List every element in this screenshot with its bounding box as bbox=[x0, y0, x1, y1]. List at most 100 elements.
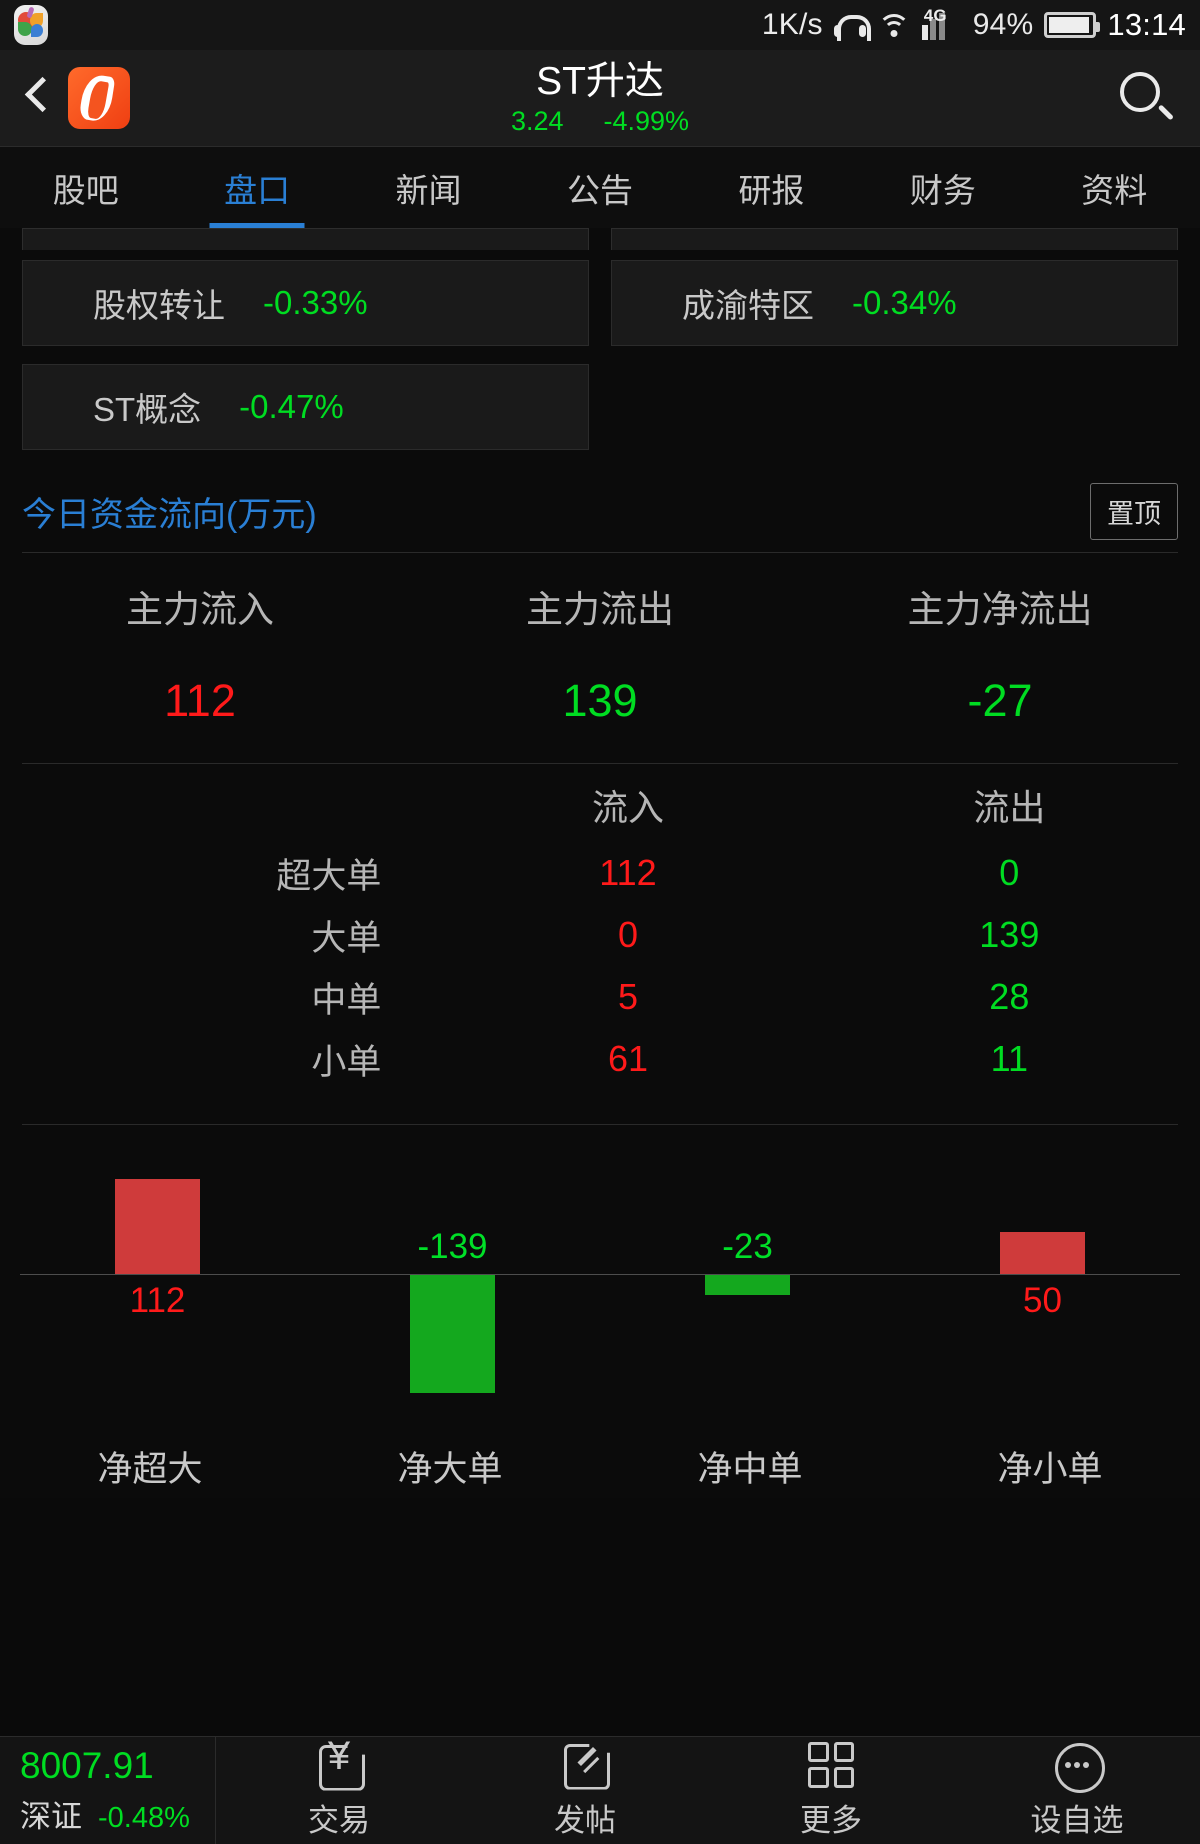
app-header: ST升达 3.24 -4.99% bbox=[0, 50, 1200, 146]
chart-bar-value-label: -23 bbox=[722, 1227, 773, 1266]
row-outflow: 139 bbox=[979, 914, 1040, 955]
header-center: ST升达 3.24 -4.99% bbox=[0, 50, 1200, 146]
fund-flow-summary: 主力流入 112 主力流出 139 主力净流出 -27 bbox=[0, 553, 1200, 755]
main-content: 股权转让 -0.33% 成渝特区 -0.34% ST概念 -0.47% 今日资金… bbox=[0, 228, 1200, 1498]
chart-bar-group: 112 bbox=[10, 1149, 305, 1399]
row-outflow: 28 bbox=[989, 976, 1030, 1017]
table-row: 大单 0 139 bbox=[0, 904, 1200, 966]
index-change-percent: -0.48% bbox=[98, 1802, 190, 1834]
summary-value: -27 bbox=[967, 675, 1033, 726]
nav-item-more[interactable]: 更多 bbox=[708, 1741, 954, 1840]
stock-change-percent: -4.99% bbox=[603, 106, 690, 136]
grid-more-icon bbox=[808, 1741, 854, 1788]
order-size-table: 流入 流出 超大单 112 0 大单 0 139 中单 5 28 小单 61 1 bbox=[0, 764, 1200, 1116]
concept-chip-empty-slot bbox=[611, 364, 1178, 450]
net-flow-bar-chart: 112 -139 -23 50 净超大 净大单 净中单 净小单 bbox=[0, 1149, 1200, 1498]
chart-bar-value-label: 112 bbox=[129, 1281, 186, 1320]
compose-pencil-icon bbox=[562, 1742, 608, 1788]
tab-finance[interactable]: 财务 bbox=[857, 147, 1028, 228]
chart-bar bbox=[1000, 1232, 1085, 1274]
summary-cell-main-net-outflow: 主力净流出 -27 bbox=[800, 579, 1200, 727]
chart-bar-group: -23 bbox=[600, 1149, 895, 1399]
chip-label: 成渝特区 bbox=[682, 287, 814, 324]
row-inflow: 112 bbox=[599, 852, 657, 893]
clipped-chip-row bbox=[0, 228, 1200, 250]
battery-percent-label: 94% bbox=[972, 8, 1034, 41]
tab-report[interactable]: 研报 bbox=[686, 147, 857, 228]
tab-pankou[interactable]: 盘口 bbox=[171, 147, 342, 228]
index-meta: 深证 -0.48% bbox=[20, 1791, 215, 1836]
chart-bar-group: 50 bbox=[895, 1149, 1190, 1399]
app-screen: 1K/s 4G 94% 13:14 ST升达 3.24 -4.99% 股吧 盘口… bbox=[0, 0, 1200, 1844]
status-clock: 13:14 bbox=[1107, 7, 1186, 42]
chart-bar-value-label: 50 bbox=[1023, 1281, 1062, 1320]
summary-label: 主力流入 bbox=[126, 589, 274, 630]
tab-notice[interactable]: 公告 bbox=[514, 147, 685, 228]
signal-bars-icon: 4G bbox=[921, 6, 962, 40]
back-chevron-icon[interactable] bbox=[22, 72, 56, 124]
network-type-label: 4G bbox=[923, 6, 947, 25]
search-icon[interactable] bbox=[1114, 66, 1178, 130]
section-title: 今日资金流向(万元) bbox=[22, 495, 317, 534]
pin-to-top-button[interactable]: 置顶 bbox=[1090, 482, 1178, 540]
nav-item-trade[interactable]: 交易 bbox=[216, 1734, 462, 1840]
index-name: 深证 bbox=[20, 1799, 82, 1834]
concept-chip-list: 股权转让 -0.33% 成渝特区 -0.34% ST概念 -0.47% bbox=[0, 250, 1200, 450]
row-label: 超大单 bbox=[276, 856, 382, 896]
table-row: 中单 5 28 bbox=[0, 966, 1200, 1028]
flower-app-icon bbox=[14, 5, 48, 45]
bottom-nav-bar: 8007.91 深证 -0.48% 交易 发帖 更多 bbox=[0, 1734, 1200, 1844]
nav-item-label: 更多 bbox=[800, 1802, 862, 1838]
nav-item-add-watchlist[interactable]: 设自选 bbox=[954, 1742, 1200, 1840]
table-header-row: 流入 流出 bbox=[0, 768, 1200, 842]
summary-value: 112 bbox=[164, 675, 236, 726]
tab-profile[interactable]: 资料 bbox=[1029, 147, 1200, 228]
chart-x-axis-labels: 净超大 净大单 净中单 净小单 bbox=[0, 1441, 1200, 1492]
nav-item-post[interactable]: 发帖 bbox=[462, 1742, 708, 1840]
nav-item-label: 发帖 bbox=[554, 1802, 616, 1838]
chart-bar bbox=[115, 1179, 200, 1274]
concept-chip-chengyu-zone[interactable]: 成渝特区 -0.34% bbox=[611, 260, 1178, 346]
status-bar: 1K/s 4G 94% 13:14 bbox=[0, 0, 1200, 50]
row-outflow: 11 bbox=[990, 1038, 1028, 1079]
row-label: 大单 bbox=[311, 918, 382, 958]
chart-bar-value-label: -139 bbox=[417, 1227, 488, 1266]
battery-icon bbox=[1044, 12, 1101, 38]
summary-cell-main-outflow: 主力流出 139 bbox=[400, 579, 800, 727]
chip-value: -0.33% bbox=[263, 284, 368, 321]
chart-bar bbox=[410, 1275, 495, 1393]
concept-chip-row: ST概念 -0.47% bbox=[22, 364, 1178, 450]
eastmoney-logo-icon[interactable] bbox=[68, 67, 130, 129]
wifi-icon bbox=[877, 12, 911, 38]
row-label: 小单 bbox=[311, 1042, 382, 1082]
col-header-outflow: 流出 bbox=[973, 787, 1046, 828]
row-outflow: 0 bbox=[999, 852, 1020, 893]
page-title: ST升达 bbox=[536, 60, 664, 103]
chip-label: ST概念 bbox=[93, 391, 202, 428]
table-row: 超大单 112 0 bbox=[0, 842, 1200, 904]
chip-label: 股权转让 bbox=[93, 287, 225, 324]
summary-label: 主力净流出 bbox=[907, 589, 1093, 630]
summary-cell-main-inflow: 主力流入 112 bbox=[0, 579, 400, 727]
chart-bar-group: -139 bbox=[305, 1149, 600, 1399]
row-inflow: 0 bbox=[617, 914, 638, 955]
headphones-icon bbox=[833, 13, 871, 41]
summary-label: 主力流出 bbox=[526, 589, 674, 630]
tab-news[interactable]: 新闻 bbox=[343, 147, 514, 228]
nav-item-label: 交易 bbox=[308, 1802, 370, 1838]
chart-bar bbox=[705, 1275, 790, 1295]
status-bar-right: 1K/s 4G 94% 13:14 bbox=[762, 6, 1186, 43]
table-row: 小单 61 11 bbox=[0, 1028, 1200, 1090]
chip-value: -0.47% bbox=[239, 388, 344, 425]
concept-chip-row: 股权转让 -0.33% 成渝特区 -0.34% bbox=[22, 260, 1178, 346]
concept-chip-equity-transfer[interactable]: 股权转让 -0.33% bbox=[22, 260, 589, 346]
trade-yen-icon bbox=[316, 1734, 362, 1788]
concept-chip-st-concept[interactable]: ST概念 -0.47% bbox=[22, 364, 589, 450]
row-label: 中单 bbox=[311, 980, 382, 1020]
tab-gubs[interactable]: 股吧 bbox=[0, 147, 171, 228]
ellipsis-circle-icon bbox=[1054, 1742, 1105, 1793]
clipped-chip-left bbox=[22, 228, 589, 250]
index-quote-widget[interactable]: 8007.91 深证 -0.48% bbox=[0, 1737, 216, 1844]
summary-value: 139 bbox=[562, 675, 638, 726]
x-label-net-super-large: 净超大 bbox=[97, 1450, 203, 1489]
